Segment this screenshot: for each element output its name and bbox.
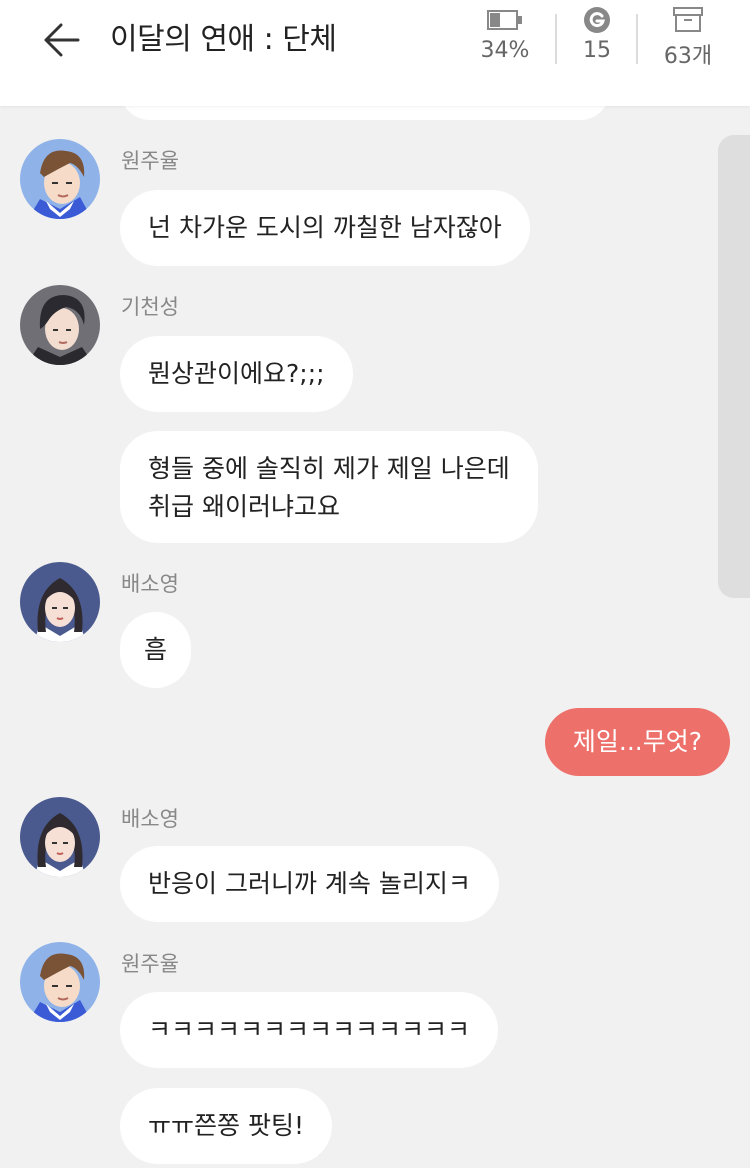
- avatar-gicheonseong[interactable]: [20, 285, 100, 365]
- battery-value: 34%: [480, 38, 530, 63]
- message-bubble[interactable]: 형들 중에 솔직히 제가 제일 나은데 취급 왜이러냐고요: [120, 431, 538, 543]
- message-text-line: 취급 왜이러냐고요: [148, 492, 340, 521]
- message-bubble[interactable]: 뭔상관이에요?;;;: [120, 336, 353, 412]
- message-bubble[interactable]: ㅋㅋㅋㅋㅋㅋㅋㅋㅋㅋㅋㅋㅋㅋ: [120, 992, 499, 1068]
- battery-icon: [487, 10, 522, 30]
- coin-status[interactable]: 15: [566, 6, 628, 70]
- back-arrow-icon: [44, 23, 80, 57]
- sender-name: 기천성: [121, 295, 179, 319]
- coin-value: 15: [583, 38, 611, 63]
- message-text: 넌 차가운 도시의 까칠한 남자잖아: [148, 213, 502, 242]
- message-text: ㅋㅋㅋㅋㅋㅋㅋㅋㅋㅋㅋㅋㅋㅋ: [148, 1015, 471, 1044]
- scrollbar[interactable]: [718, 135, 750, 598]
- chat-header: 이달의 연애 : 단체 34% 15 63개: [0, 0, 750, 106]
- avatar-wonjuyul[interactable]: [20, 942, 100, 1022]
- my-message-bubble[interactable]: 제일...무엇?: [544, 708, 730, 776]
- archive-box-icon: [673, 7, 703, 32]
- divider: [555, 14, 557, 64]
- message-bubble[interactable]: 넌 차가운 도시의 까칠한 남자잖아: [120, 190, 530, 266]
- battery-status[interactable]: 34%: [474, 6, 536, 70]
- g-coin-icon: [584, 7, 610, 33]
- message-bubble[interactable]: 흠: [120, 612, 192, 688]
- avatar-baesoyoung[interactable]: [20, 562, 100, 642]
- message-text: ㅠㅠ쯘쫑 팟팅!: [148, 1111, 304, 1140]
- sender-name: 배소영: [121, 572, 179, 596]
- message-bubble[interactable]: 반응이 그러니까 계속 놀리지ㅋ: [120, 846, 499, 922]
- inbox-value: 63개: [663, 44, 713, 69]
- divider: [636, 14, 638, 64]
- message-text: 흠: [144, 635, 168, 664]
- message-bubble[interactable]: ㅠㅠ쯘쫑 팟팅!: [120, 1088, 332, 1164]
- message-text: 제일...무엇?: [572, 727, 702, 756]
- message-text-line: 형들 중에 솔직히 제가 제일 나은데: [148, 454, 510, 483]
- chat-title: 이달의 연애 : 단체: [110, 22, 337, 57]
- sender-name: 원주율: [121, 952, 179, 976]
- message-text: 뭔상관이에요?;;;: [148, 359, 325, 388]
- sender-name: 원주율: [121, 149, 179, 173]
- sender-name: 배소영: [121, 807, 179, 831]
- inbox-status[interactable]: 63개: [654, 6, 722, 70]
- avatar-baesoyoung[interactable]: [20, 797, 100, 877]
- message-text: 반응이 그러니까 계속 놀리지ㅋ: [148, 869, 471, 898]
- back-button[interactable]: [36, 18, 86, 62]
- avatar-wonjuyul[interactable]: [20, 139, 100, 219]
